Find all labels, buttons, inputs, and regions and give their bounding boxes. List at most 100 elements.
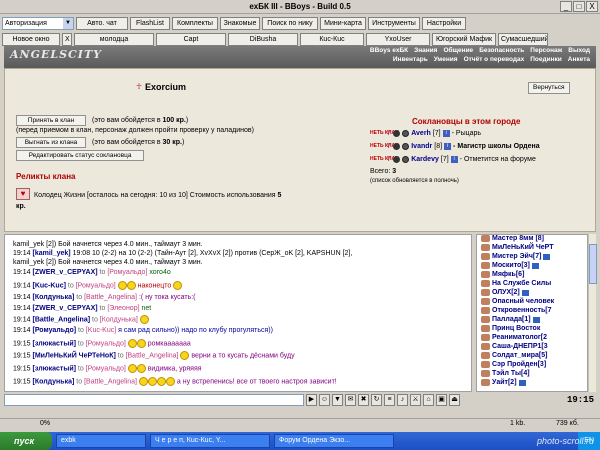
task-forum[interactable]: Форум Ордена Экзо... bbox=[274, 434, 394, 448]
align-icon bbox=[402, 142, 410, 150]
menu-transfer-report[interactable]: Отчёт о переводах bbox=[464, 56, 525, 63]
friends-button[interactable]: Знакомые bbox=[220, 16, 260, 30]
menu-communication[interactable]: Общение bbox=[443, 47, 473, 54]
info-icon[interactable]: i bbox=[442, 129, 450, 137]
send-icon[interactable]: ▶ bbox=[306, 394, 317, 406]
menu-inventory[interactable]: Инвентарь bbox=[393, 56, 428, 63]
user-item[interactable]: Мастер 8мм [8] bbox=[481, 235, 544, 242]
menu-profile[interactable]: Анкета bbox=[568, 56, 590, 63]
smiley-icon bbox=[138, 377, 148, 386]
yinyang-icon bbox=[393, 129, 401, 137]
menu-security[interactable]: Безопасность bbox=[479, 47, 524, 54]
user-item[interactable]: ОЛУХ[2] bbox=[481, 289, 529, 296]
minimap-button[interactable]: Мини-карта bbox=[320, 16, 366, 30]
user-item[interactable]: Мяфкь[6] bbox=[481, 271, 524, 278]
member-nick[interactable]: Kardevy bbox=[411, 156, 439, 163]
menu-exit[interactable]: Выход bbox=[568, 47, 590, 54]
start-button[interactable]: пуск bbox=[0, 432, 52, 450]
member-nick[interactable]: Averh bbox=[411, 130, 431, 137]
tab-molodca[interactable]: молодца bbox=[74, 32, 154, 46]
menu-bboys[interactable]: BBoys exБК bbox=[370, 47, 408, 54]
tab-yxouser[interactable]: YxoUser bbox=[366, 32, 430, 46]
user-item[interactable]: МиЛеНьКиЙ ЧеРТ bbox=[481, 244, 554, 251]
user-item[interactable]: Принц Восток bbox=[481, 325, 540, 332]
member-nick[interactable]: Ivandr bbox=[411, 143, 432, 150]
info-icon bbox=[543, 253, 551, 260]
member-status: - Магистр школы Ордена bbox=[453, 142, 540, 150]
inventory-icon[interactable]: ▣ bbox=[436, 394, 447, 406]
user-item[interactable]: Паллада[1] bbox=[481, 316, 540, 323]
user-item[interactable]: Уайт[2] bbox=[481, 379, 526, 386]
tab-kuc-kuc[interactable]: Кuc-Кuc bbox=[300, 32, 364, 46]
fight-icon[interactable]: ⚔ bbox=[410, 394, 421, 406]
member-level: [7] bbox=[440, 155, 449, 163]
heart-well-icon[interactable]: ♥ bbox=[16, 188, 30, 200]
user-item[interactable]: Тэйл Ты[4] bbox=[481, 370, 530, 377]
relic-cost-unit: кр. bbox=[16, 203, 26, 210]
user-list-scrollbar[interactable] bbox=[588, 234, 597, 392]
task-exbk[interactable]: exbk bbox=[56, 434, 146, 448]
return-button[interactable]: Вернуться bbox=[528, 82, 570, 94]
user-item[interactable]: На Службе Силы bbox=[481, 280, 551, 287]
scroll-thumb[interactable] bbox=[589, 244, 597, 284]
member-status: - Отметится на форуме bbox=[459, 155, 536, 163]
window-title: exБК III - BBoys - Build 0.5 bbox=[249, 2, 351, 11]
user-item[interactable]: Откровенность[7 bbox=[481, 307, 552, 314]
tools-button[interactable]: Инструменты bbox=[368, 16, 420, 30]
menu-knowledge[interactable]: Знания bbox=[414, 47, 437, 54]
tab-ugorsky-mafik[interactable]: Югорский Мафик bbox=[432, 32, 496, 46]
sound-icon[interactable]: ♪ bbox=[397, 394, 408, 406]
auto-chat-button[interactable]: Авто. чат bbox=[76, 16, 128, 30]
user-item[interactable]: Сэр Пройден[3] bbox=[481, 361, 546, 368]
relics-title: Реликты клана bbox=[16, 172, 76, 181]
relic-description: Колодец Жизни [осталось на сегодня: 10 и… bbox=[34, 192, 282, 199]
exit-icon[interactable]: ⏏ bbox=[449, 394, 460, 406]
settings-button[interactable]: Настройки bbox=[422, 16, 466, 30]
filter-icon[interactable]: ▼ bbox=[332, 394, 343, 406]
new-window-button[interactable]: Новое окно bbox=[2, 32, 60, 46]
accept-to-clan-button[interactable]: Принять в клан bbox=[16, 115, 86, 126]
map-icon[interactable]: ⌂ bbox=[423, 394, 434, 406]
menu-character[interactable]: Персонаж bbox=[530, 47, 562, 54]
chat-line: 19:15 [злюкастый] to [Ромуальдо] видимка… bbox=[13, 364, 202, 373]
chat-line: kamil_yek [2]) Бой начнется через 4.0 ми… bbox=[13, 241, 203, 248]
user-item[interactable]: Саша-ДНЕПР1[3 bbox=[481, 343, 548, 350]
user-item[interactable]: Москито[3] bbox=[481, 262, 539, 269]
user-icon bbox=[481, 379, 490, 386]
chat-line: kamil_yek [2]) Бой начнется через 4.0 ми… bbox=[13, 259, 203, 266]
auth-dropdown[interactable]: Авторизация ▼ bbox=[2, 16, 74, 30]
nick-search-button[interactable]: Поиск по нику bbox=[262, 16, 318, 30]
tab-dibusha[interactable]: DiBusha bbox=[228, 32, 298, 46]
user-icon bbox=[481, 352, 490, 359]
member-status: - Рыцарь bbox=[451, 129, 482, 137]
user-item[interactable]: Опасный человек bbox=[481, 298, 554, 305]
user-icon bbox=[481, 298, 490, 305]
info-icon[interactable]: i bbox=[444, 142, 452, 150]
edit-status-button[interactable]: Редактировать статус соклановца bbox=[16, 150, 144, 161]
user-item[interactable]: Реаниматолог[2 bbox=[481, 334, 547, 341]
expel-from-clan-button[interactable]: Выгнать из клана bbox=[16, 137, 86, 148]
chat-input[interactable] bbox=[4, 394, 304, 406]
tab-sumasshedshy[interactable]: Сумасшедший bbox=[498, 32, 548, 46]
info-icon[interactable]: i bbox=[450, 155, 458, 163]
maximize-button[interactable]: □ bbox=[573, 1, 585, 12]
tab-capt[interactable]: Capt bbox=[156, 32, 226, 46]
flashlist-button[interactable]: FlashList bbox=[130, 16, 170, 30]
chat-log[interactable]: kamil_yek [2]) Бой начнется через 4.0 ми… bbox=[4, 234, 472, 392]
task-chat-window[interactable]: Ч е р е п, Кuc-Кuc, Y... bbox=[150, 434, 270, 448]
kits-button[interactable]: Комплекты bbox=[172, 16, 218, 30]
menu-skills[interactable]: Умения bbox=[434, 56, 458, 63]
user-item[interactable]: Солдат_мира[5] bbox=[481, 352, 547, 359]
smiley-picker-icon[interactable]: ☺ bbox=[319, 394, 330, 406]
menu-fights[interactable]: Поединки bbox=[530, 56, 562, 63]
close-tab-button[interactable]: X bbox=[62, 32, 72, 46]
log-icon[interactable]: ≡ bbox=[384, 394, 395, 406]
user-item[interactable]: Мистер Эйч[7] bbox=[481, 253, 551, 260]
close-button[interactable]: X bbox=[586, 1, 598, 12]
minimize-button[interactable]: _ bbox=[560, 1, 572, 12]
user-icon bbox=[481, 271, 490, 278]
refresh-icon[interactable]: ↻ bbox=[371, 394, 382, 406]
private-icon[interactable]: ✉ bbox=[345, 394, 356, 406]
member-level: [8] bbox=[434, 142, 443, 150]
clear-icon[interactable]: ✖ bbox=[358, 394, 369, 406]
